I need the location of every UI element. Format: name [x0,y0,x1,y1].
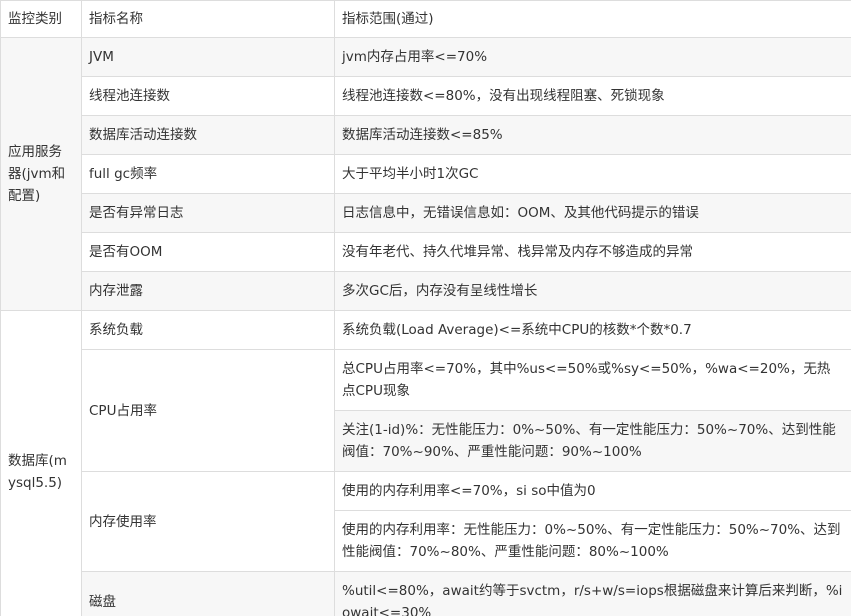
metric-range-cell: 线程池连接数<=80%，没有出现线程阻塞、死锁现象 [334,76,851,116]
metric-name-cell: 线程池连接数 [81,76,335,116]
metric-name-cell: 系统负载 [81,310,335,350]
table-row: 磁盘 %util<=80%，await约等于svctm，r/s+w/s=iops… [1,571,851,616]
table-row: full gc频率 大于平均半小时1次GC [1,154,851,194]
metric-range-cell: 日志信息中，无错误信息如：OOM、及其他代码提示的错误 [334,193,851,233]
table-row: 内存泄露 多次GC后，内存没有呈线性增长 [1,271,851,311]
metric-range-cell: 数据库活动连接数<=85% [334,115,851,155]
metric-range-cell: jvm内存占用率<=70% [334,37,851,77]
header-category: 监控类别 [0,0,82,38]
metric-range-cell: 关注(1-id)%：无性能压力：0%~50%、有一定性能压力：50%~70%、达… [334,410,851,472]
monitoring-criteria-table: 监控类别 指标名称 指标范围(通过) 应用服务器(jvm和配置) JVM jvm… [0,0,851,616]
metric-name-cell: 数据库活动连接数 [81,115,335,155]
table-row: 应用服务器(jvm和配置) JVM jvm内存占用率<=70% [0,37,851,311]
metric-range-cell: 总CPU占用率<=70%，其中%us<=50%或%sy<=50%，%wa<=20… [334,349,851,411]
metric-range-cell: 系统负载(Load Average)<=系统中CPU的核数*个数*0.7 [334,310,851,350]
page: 监控类别 指标名称 指标范围(通过) 应用服务器(jvm和配置) JVM jvm… [0,0,851,616]
metric-name-cell: 是否有OOM [81,232,335,272]
metric-range-cell: 没有年老代、持久代堆异常、栈异常及内存不够造成的异常 [334,232,851,272]
table-row: 是否有异常日志 日志信息中，无错误信息如：OOM、及其他代码提示的错误 [1,193,851,233]
category-cell-app-server: 应用服务器(jvm和配置) [0,37,82,311]
table-header-row: 监控类别 指标名称 指标范围(通过) [0,0,851,38]
metric-name-cell: 磁盘 [81,571,335,616]
metric-name-cell: CPU占用率 [81,349,335,472]
metric-name-cell: 内存使用率 [81,471,335,572]
table-row: 数据库活动连接数 数据库活动连接数<=85% [1,115,851,155]
metric-range-cell: %util<=80%，await约等于svctm，r/s+w/s=iops根据磁… [334,571,851,616]
metric-name-cell: JVM [81,37,335,77]
table-row: 线程池连接数 线程池连接数<=80%，没有出现线程阻塞、死锁现象 [1,76,851,116]
metric-range-cell: 使用的内存利用率：无性能压力：0%~50%、有一定性能压力：50%~70%、达到… [334,510,851,572]
header-metric-name: 指标名称 [81,0,335,38]
header-metric-range: 指标范围(通过) [334,0,851,38]
table-row: 数据库(mysql5.5) 系统负载 系统负载(Load Average)<=系… [0,310,851,616]
metric-name-cell: 是否有异常日志 [81,193,335,233]
metric-range-cell: 大于平均半小时1次GC [334,154,851,194]
metric-range-cell: 多次GC后，内存没有呈线性增长 [334,271,851,311]
metric-name-cell: 内存泄露 [81,271,335,311]
metric-range-cell: 使用的内存利用率<=70%，si so中值为0 [334,471,851,511]
table-row: CPU占用率 总CPU占用率<=70%，其中%us<=50%或%sy<=50%，… [1,349,851,472]
table-row: 内存使用率 使用的内存利用率<=70%，si so中值为0 [1,471,851,572]
table-row: 是否有OOM 没有年老代、持久代堆异常、栈异常及内存不够造成的异常 [1,232,851,272]
metric-name-cell: full gc频率 [81,154,335,194]
category-cell-database: 数据库(mysql5.5) [0,310,82,616]
